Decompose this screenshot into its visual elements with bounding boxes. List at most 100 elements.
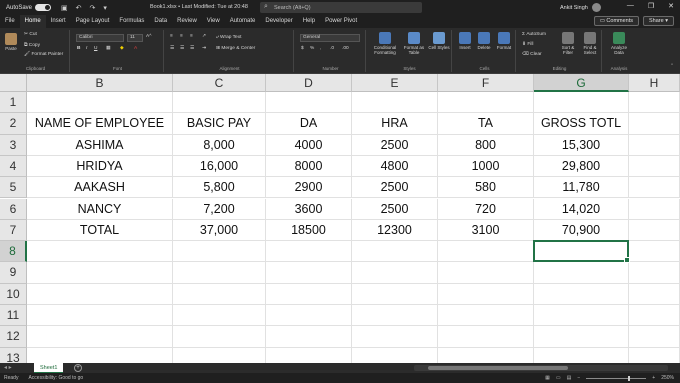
cell-g12[interactable] — [534, 326, 629, 348]
orientation-icon[interactable]: ↗ — [202, 34, 206, 39]
cell-c12[interactable] — [173, 326, 266, 348]
save-icon[interactable]: ▣ — [61, 4, 68, 12]
cell-e9[interactable] — [352, 262, 438, 284]
currency-icon[interactable]: $ — [301, 46, 304, 51]
analyze-data-button[interactable]: Analyze Data — [606, 32, 632, 55]
format-cells-button[interactable]: Format — [494, 32, 514, 50]
decrease-decimal-icon[interactable]: .00 — [342, 46, 349, 51]
cell-f5[interactable]: 580 — [438, 177, 534, 199]
autosave-switch[interactable] — [35, 4, 52, 11]
cell-c9[interactable] — [173, 262, 266, 284]
cell-d8[interactable] — [266, 241, 352, 263]
zoom-level[interactable]: 250% — [661, 375, 674, 381]
tab-review[interactable]: Review — [172, 15, 202, 28]
row-header-9[interactable]: 9 — [0, 262, 27, 284]
cell-d2[interactable]: DA — [266, 113, 352, 135]
cell-d6[interactable]: 3600 — [266, 198, 352, 220]
percent-icon[interactable]: % — [310, 46, 314, 51]
cell-d9[interactable] — [266, 262, 352, 284]
wrap-text-button[interactable]: ⤶ Wrap Text — [216, 34, 241, 40]
avatar[interactable] — [591, 3, 601, 12]
increase-decimal-icon[interactable]: .0 — [330, 46, 334, 51]
copy-button[interactable]: ⧉ Copy — [24, 42, 40, 48]
font-size-select[interactable]: 11 — [127, 34, 143, 42]
fill-button[interactable]: ⬇ Fill — [522, 42, 534, 47]
cell-c6[interactable]: 7,200 — [173, 198, 266, 220]
horizontal-scrollbar[interactable] — [414, 365, 668, 371]
cell-e2[interactable]: HRA — [352, 113, 438, 135]
page-layout-view-icon[interactable]: ▭ — [556, 375, 561, 381]
horizontal-scroll-thumb[interactable] — [428, 366, 568, 370]
search-input[interactable]: ⌕ Search (Alt+Q) — [260, 2, 422, 13]
align-right-icon[interactable]: ☰ — [190, 46, 194, 51]
align-bottom-icon[interactable]: ≡ — [190, 34, 193, 39]
cell-b10[interactable] — [27, 283, 173, 305]
tab-view[interactable]: View — [202, 15, 225, 28]
cell-c4[interactable]: 16,000 — [173, 155, 266, 178]
cell-d4[interactable]: 8000 — [266, 155, 352, 178]
underline-icon[interactable]: U — [94, 46, 97, 51]
format-as-table-button[interactable]: Format as Table — [402, 32, 426, 55]
cell-h12[interactable] — [629, 326, 680, 348]
tab-help[interactable]: Help — [298, 15, 320, 28]
cell-h5[interactable] — [629, 177, 680, 199]
column-header-c[interactable]: C — [173, 74, 266, 92]
zoom-slider[interactable] — [586, 375, 647, 381]
cell-g10[interactable] — [534, 283, 629, 305]
tab-insert[interactable]: Insert — [46, 15, 71, 28]
align-center-icon[interactable]: ☰ — [180, 46, 184, 51]
clear-button[interactable]: ⌫ Clear — [522, 52, 542, 57]
row-header-4[interactable]: 4 — [0, 155, 27, 178]
italic-icon[interactable]: I — [86, 46, 87, 51]
column-header-d[interactable]: D — [266, 74, 352, 92]
tab-power-pivot[interactable]: Power Pivot — [320, 15, 362, 28]
cell-c2[interactable]: BASIC PAY — [173, 113, 266, 135]
share-button[interactable]: Share ▾ — [643, 16, 674, 26]
cell-g11[interactable] — [534, 305, 629, 327]
font-color-icon[interactable]: A — [134, 46, 137, 51]
cell-styles-button[interactable]: Cell Styles — [428, 32, 450, 50]
cell-h8[interactable] — [629, 241, 680, 263]
cell-e10[interactable] — [352, 283, 438, 305]
insert-cells-button[interactable]: Insert — [456, 32, 474, 50]
tab-formulas[interactable]: Formulas — [114, 15, 149, 28]
cell-c5[interactable]: 5,800 — [173, 177, 266, 199]
row-header-6[interactable]: 6 — [0, 198, 27, 220]
document-title[interactable]: Book1.xlsx • Last Modified: Tue at 20:48 — [150, 4, 248, 10]
cell-g9[interactable] — [534, 262, 629, 284]
tab-data[interactable]: Data — [149, 15, 172, 28]
cell-d11[interactable] — [266, 305, 352, 327]
comma-icon[interactable]: , — [320, 46, 321, 51]
bold-icon[interactable]: B — [77, 46, 80, 51]
column-header-e[interactable]: E — [352, 74, 438, 92]
cell-e11[interactable] — [352, 305, 438, 327]
user-account[interactable]: Ankit Singh — [560, 3, 601, 12]
cell-f8[interactable] — [438, 241, 534, 263]
cell-b6[interactable]: NANCY — [27, 198, 173, 220]
row-header-2[interactable]: 2 — [0, 113, 27, 135]
zoom-in-icon[interactable]: + — [652, 375, 655, 381]
tab-page-layout[interactable]: Page Layout — [71, 15, 115, 28]
cell-f4[interactable]: 1000 — [438, 155, 534, 178]
number-format-select[interactable]: General — [300, 34, 360, 42]
column-header-f[interactable]: F — [438, 74, 534, 92]
find-select-button[interactable]: Find & Select — [579, 32, 601, 55]
tab-home[interactable]: Home — [19, 15, 46, 28]
cell-g7[interactable]: 70,900 — [534, 219, 629, 242]
cell-f9[interactable] — [438, 262, 534, 284]
conditional-formatting-button[interactable]: Conditional Formatting — [370, 32, 400, 55]
fill-color-icon[interactable]: ◆ — [120, 46, 124, 51]
cell-e6[interactable]: 2500 — [352, 198, 438, 220]
cell-g4[interactable]: 29,800 — [534, 155, 629, 178]
tab-developer[interactable]: Developer — [260, 15, 297, 28]
tab-file[interactable]: File — [0, 15, 20, 28]
cell-g6[interactable]: 14,020 — [534, 198, 629, 220]
row-header-1[interactable]: 1 — [0, 92, 27, 114]
column-header-g[interactable]: G — [534, 74, 629, 92]
cell-g5[interactable]: 11,780 — [534, 177, 629, 199]
redo-icon[interactable]: ↷ — [90, 4, 96, 12]
cell-b12[interactable] — [27, 326, 173, 348]
cell-h6[interactable] — [629, 198, 680, 220]
cell-f10[interactable] — [438, 283, 534, 305]
indent-icon[interactable]: ⇥ — [202, 46, 206, 51]
